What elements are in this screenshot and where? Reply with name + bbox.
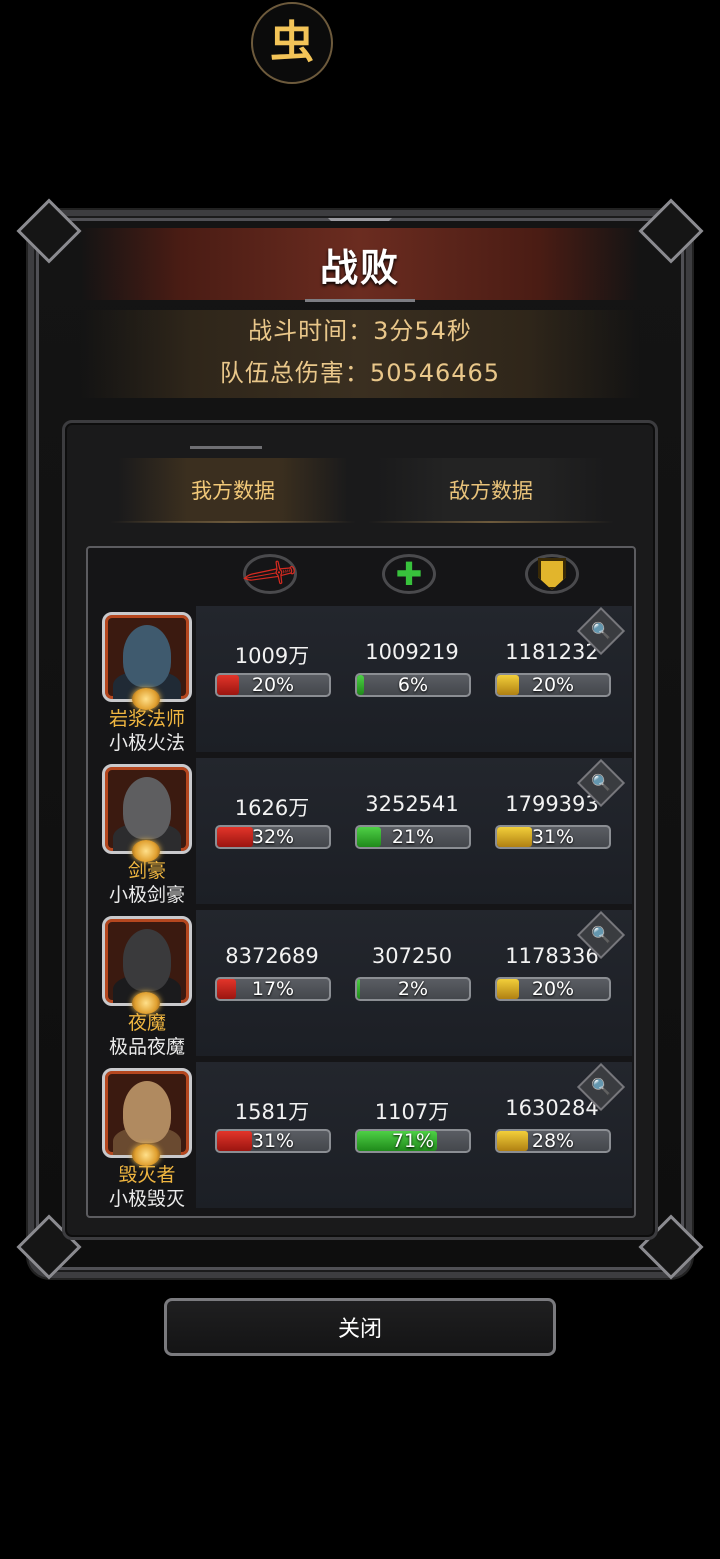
team-damage: 队伍总伤害：50546465 — [80, 352, 640, 394]
hero-name: 极品夜魔 — [108, 1036, 185, 1058]
result-title: 战败 — [319, 245, 400, 290]
tab-our-data-label: 我方数据 — [191, 479, 275, 503]
hero-name: 小极剑豪 — [108, 884, 185, 906]
hero-heal-bar: 71% — [355, 1129, 471, 1153]
hero-class: 岩浆法师 — [108, 708, 185, 730]
close-button-label: 关闭 — [337, 1317, 382, 1342]
hero-name: 小极火法 — [108, 732, 185, 754]
hero-taken-bar: 28% — [495, 1129, 611, 1153]
heal-plus-icon: ✚ — [379, 550, 439, 598]
hero-damage-bar: 32% — [215, 825, 331, 849]
hero-heal-value: 1107万 — [374, 1100, 450, 1124]
hero-heal-bar: 2% — [355, 977, 471, 1001]
hero-heal-percent: 6% — [397, 674, 429, 696]
hero-class: 毁灭者 — [118, 1164, 176, 1186]
hero-damage-bar: 17% — [215, 977, 331, 1001]
tab-underline-our — [110, 521, 356, 523]
hero-damage-value: 1626万 — [234, 796, 310, 820]
close-button[interactable]: 关闭 — [164, 1298, 556, 1356]
hero-damage-percent: 20% — [251, 674, 295, 696]
hero-damage-value: 8372689 — [225, 944, 319, 968]
hero-heal-bar: 21% — [355, 825, 471, 849]
team-damage-label: 队伍总伤害： — [219, 359, 370, 387]
hero-name: 小极毁灭 — [108, 1188, 185, 1210]
battle-summary: 战斗时间：3分54秒 队伍总伤害：50546465 — [80, 310, 640, 398]
hero-class: 夜魔 — [127, 1012, 166, 1034]
hero-taken-bar: 20% — [495, 673, 611, 697]
team-damage-value: 50546465 — [369, 359, 501, 387]
hero-damage-value: 1581万 — [234, 1100, 310, 1124]
title-ornament-top — [328, 218, 392, 236]
title-ornament-bottom — [305, 290, 415, 302]
battle-time-label: 战斗时间： — [248, 317, 374, 345]
hero-heal-value: 1009219 — [365, 640, 459, 664]
hero-heal-percent: 71% — [391, 1130, 435, 1152]
hero-damage-bar: 31% — [215, 1129, 331, 1153]
hero-damage-percent: 32% — [251, 826, 295, 848]
hero-heal-percent: 2% — [397, 978, 429, 1000]
hero-taken-percent: 31% — [531, 826, 575, 848]
hero-damage-bar: 20% — [215, 673, 331, 697]
hero-taken-bar: 20% — [495, 977, 611, 1001]
tab-underline-enemy — [368, 521, 614, 523]
battle-time-value: 3分54秒 — [373, 317, 472, 345]
hero-portrait-face — [123, 625, 171, 687]
sword-icon: 🗡 — [237, 542, 303, 606]
hero-taken-bar: 31% — [495, 825, 611, 849]
tab-enemy-data[interactable]: 敌方数据 — [376, 458, 606, 522]
bug-logo-icon[interactable]: 虫 — [251, 2, 333, 84]
hero-class: 剑豪 — [127, 860, 166, 882]
battle-time: 战斗时间：3分54秒 — [80, 310, 640, 352]
hero-heal-bar: 6% — [355, 673, 471, 697]
tab-enemy-data-label: 敌方数据 — [449, 479, 533, 503]
hero-heal-percent: 21% — [391, 826, 435, 848]
tab-our-data[interactable]: 我方数据 — [118, 458, 348, 522]
hero-taken-percent: 20% — [531, 674, 575, 696]
hero-heal-value: 307250 — [371, 944, 453, 968]
hero-portrait-face — [123, 1081, 171, 1143]
bug-logo-glyph: 虫 — [270, 17, 314, 68]
hero-portrait-face — [123, 777, 171, 839]
hero-damage-percent: 17% — [251, 978, 295, 1000]
hero-heal-value: 3252541 — [365, 792, 459, 816]
hero-portrait-face — [123, 929, 171, 991]
hero-damage-percent: 31% — [251, 1130, 295, 1152]
hero-damage-value: 1009万 — [234, 644, 310, 668]
hero-taken-percent: 20% — [531, 978, 575, 1000]
shield-icon — [522, 550, 582, 598]
hero-taken-percent: 28% — [531, 1130, 575, 1152]
